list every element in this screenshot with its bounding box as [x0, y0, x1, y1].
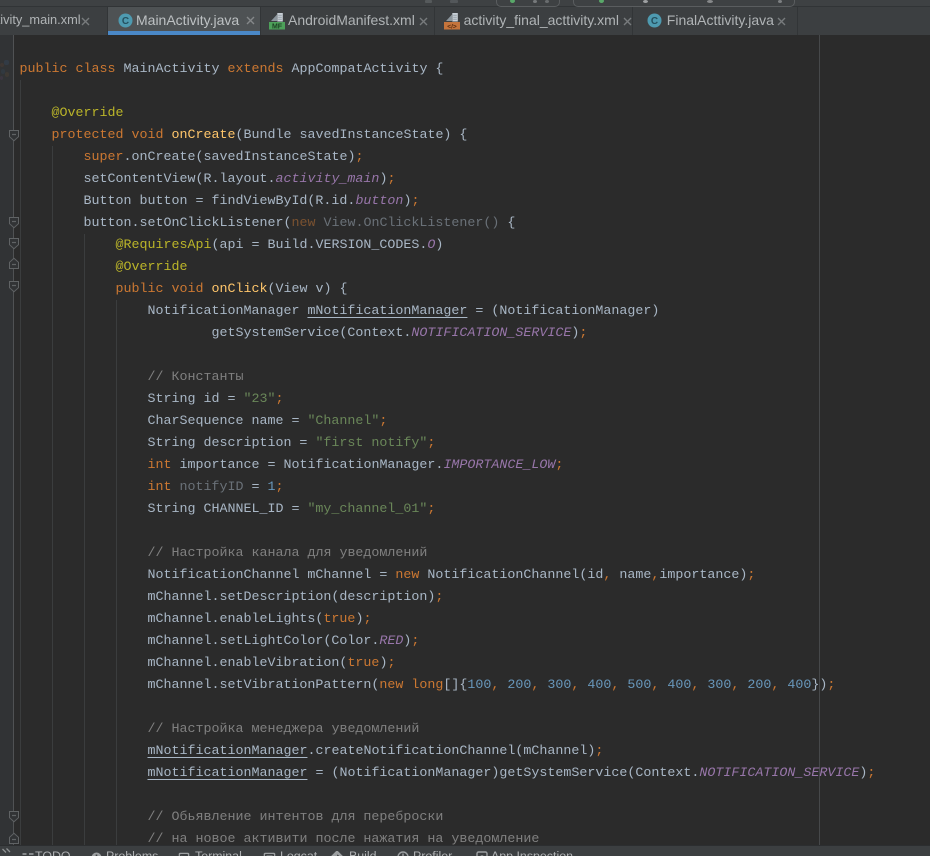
svg-text:C: C	[122, 16, 129, 27]
svg-text:</>: </>	[447, 23, 457, 30]
svg-text:MF: MF	[272, 23, 283, 30]
svg-text:C: C	[650, 16, 657, 27]
